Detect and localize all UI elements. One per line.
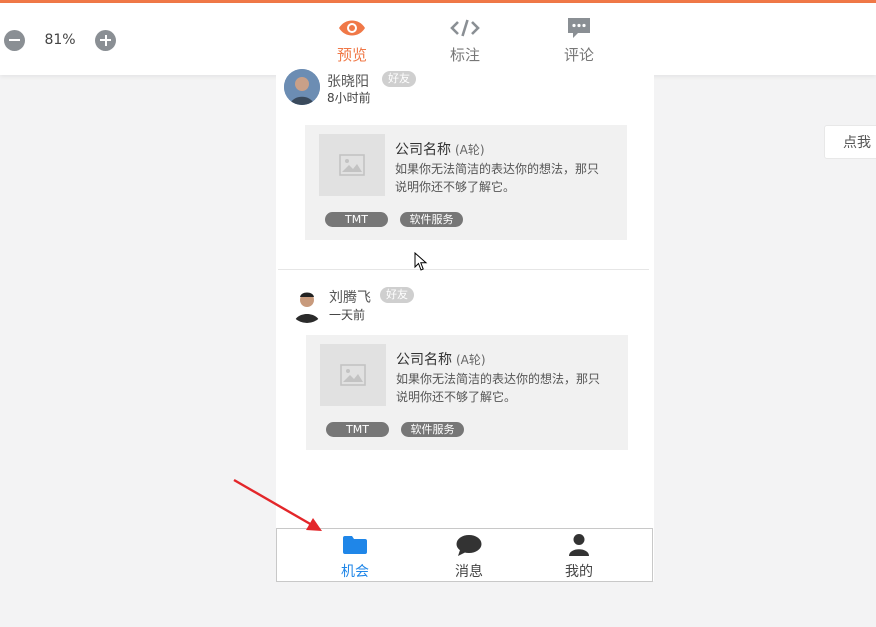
tab-preview-label: 预览 bbox=[336, 46, 367, 64]
zoom-level: 81% bbox=[44, 32, 76, 48]
nav-item-messages[interactable]: 消息 bbox=[429, 533, 509, 581]
tab-comments[interactable]: 评论 bbox=[534, 13, 624, 75]
funding-round: (A轮) bbox=[456, 353, 486, 367]
user-icon bbox=[539, 533, 619, 557]
comment-icon bbox=[534, 13, 624, 43]
bottom-nav: 机会 消息 我的 bbox=[276, 528, 653, 582]
top-toolbar: 81% 预览 标注 评论 bbox=[0, 3, 876, 78]
avatar bbox=[289, 287, 325, 323]
tab-annotate-label: 标注 bbox=[449, 46, 480, 64]
company-title: 公司名称 bbox=[396, 352, 452, 368]
mouse-cursor-icon bbox=[414, 252, 428, 271]
company-description: 如果你无法简洁的表达你的想法，那只说明你还不够了解它。 bbox=[396, 372, 601, 404]
nav-item-opportunities[interactable]: 机会 bbox=[315, 533, 395, 581]
tab-preview[interactable]: 预览 bbox=[303, 13, 401, 78]
chat-bubble-icon bbox=[429, 533, 509, 557]
side-panel-button[interactable]: 点我 bbox=[824, 125, 876, 159]
company-name: 公司名称 (A轮) bbox=[396, 349, 486, 369]
tag-chip: TMT bbox=[326, 422, 389, 437]
tag-chip: 软件服务 bbox=[401, 422, 464, 437]
folder-icon bbox=[315, 533, 395, 557]
avatar bbox=[284, 69, 320, 105]
company-title: 公司名称 bbox=[395, 142, 451, 158]
image-placeholder-icon bbox=[319, 134, 385, 196]
phone-preview: 张晓阳 好友 8小时前 公司名称 (A轮) 如果你无法简洁的表达你的想法，那只说明… bbox=[276, 69, 654, 581]
nav-label: 机会 bbox=[341, 564, 369, 580]
tab-annotate[interactable]: 标注 bbox=[420, 13, 510, 75]
company-card[interactable]: 公司名称 (A轮) 如果你无法简洁的表达你的想法，那只说明你还不够了解它。 TMT… bbox=[305, 125, 627, 240]
tag-chip: TMT bbox=[325, 212, 388, 227]
eye-icon bbox=[307, 13, 397, 43]
company-name: 公司名称 (A轮) bbox=[395, 139, 485, 159]
post-time: 8小时前 bbox=[327, 91, 371, 105]
post-divider bbox=[278, 269, 649, 270]
nav-label: 我的 bbox=[565, 564, 593, 580]
user-name: 刘腾飞 bbox=[329, 290, 371, 306]
funding-round: (A轮) bbox=[455, 143, 485, 157]
company-description: 如果你无法简洁的表达你的想法，那只说明你还不够了解它。 bbox=[395, 162, 600, 194]
image-placeholder-icon bbox=[320, 344, 386, 406]
zoom-in-icon[interactable] bbox=[95, 29, 116, 51]
tag-chip: 软件服务 bbox=[400, 212, 463, 227]
code-icon bbox=[420, 13, 510, 43]
friend-badge: 好友 bbox=[380, 287, 414, 303]
post-time: 一天前 bbox=[329, 308, 366, 322]
zoom-out-icon[interactable] bbox=[4, 29, 25, 51]
friend-badge: 好友 bbox=[382, 71, 416, 87]
tab-comments-label: 评论 bbox=[563, 46, 594, 64]
company-card[interactable]: 公司名称 (A轮) 如果你无法简洁的表达你的想法，那只说明你还不够了解它。 TMT… bbox=[306, 335, 628, 450]
zoom-control: 81% bbox=[4, 29, 116, 51]
user-name: 张晓阳 bbox=[327, 74, 369, 90]
nav-item-profile[interactable]: 我的 bbox=[539, 533, 619, 581]
nav-label: 消息 bbox=[455, 564, 483, 580]
